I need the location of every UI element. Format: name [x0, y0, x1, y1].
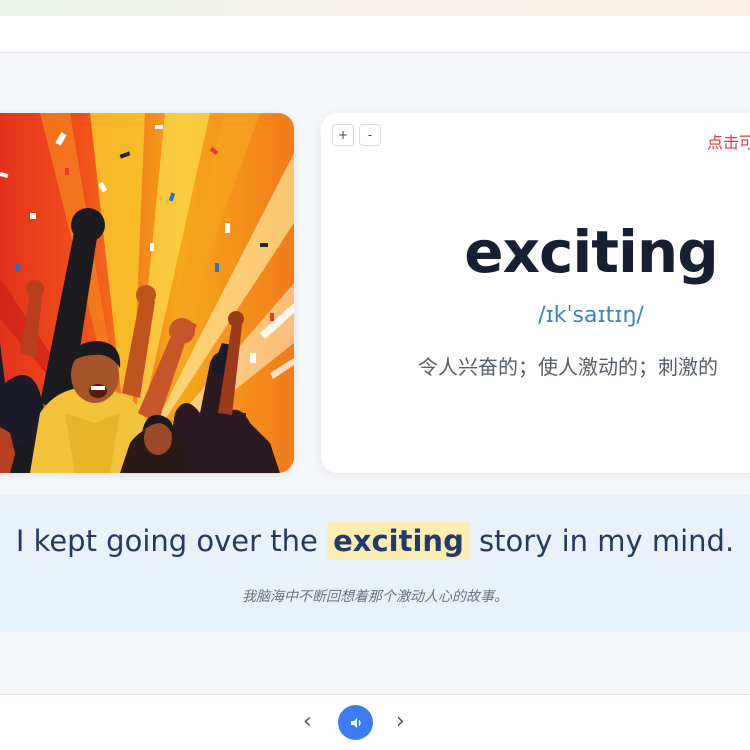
tap-hint[interactable]: 点击可	[707, 129, 750, 153]
sentence-translation: 我脑海中不断回想着那个激动人心的故事。	[242, 589, 508, 605]
word-card: + - 点击可 exciting /ɪkˈsaɪtɪŋ/ 令人兴奋的；使人激动的…	[321, 113, 750, 473]
word-meaning: 令人兴奋的；使人激动的；刺激的	[418, 355, 718, 379]
chevron-left-icon[interactable]: ‹	[303, 709, 312, 734]
sentence-highlight: exciting	[327, 522, 470, 560]
chevron-right-icon[interactable]: ›	[396, 709, 405, 734]
speaker-icon	[350, 717, 361, 728]
example-sentence: I kept going over the exciting story in …	[0, 522, 750, 560]
example-sentence-panel: I kept going over the exciting story in …	[0, 494, 750, 632]
zoom-out-button[interactable]: -	[359, 124, 381, 146]
top-strip	[0, 0, 750, 16]
word-illustration	[0, 113, 294, 473]
word-heading: exciting	[464, 218, 718, 286]
footer-controls: ‹ ›	[0, 694, 750, 750]
play-audio-button[interactable]	[338, 705, 373, 740]
sentence-before: I kept going over the	[15, 524, 318, 558]
header-bar	[0, 16, 750, 53]
flashcard-page: + - 点击可 exciting /ɪkˈsaɪtɪŋ/ 令人兴奋的；使人激动的…	[0, 0, 750, 750]
phonetic-text: /ɪkˈsaɪtɪŋ/	[538, 303, 644, 328]
sentence-after: story in my mind.	[479, 524, 735, 558]
zoom-in-button[interactable]: +	[332, 124, 354, 146]
